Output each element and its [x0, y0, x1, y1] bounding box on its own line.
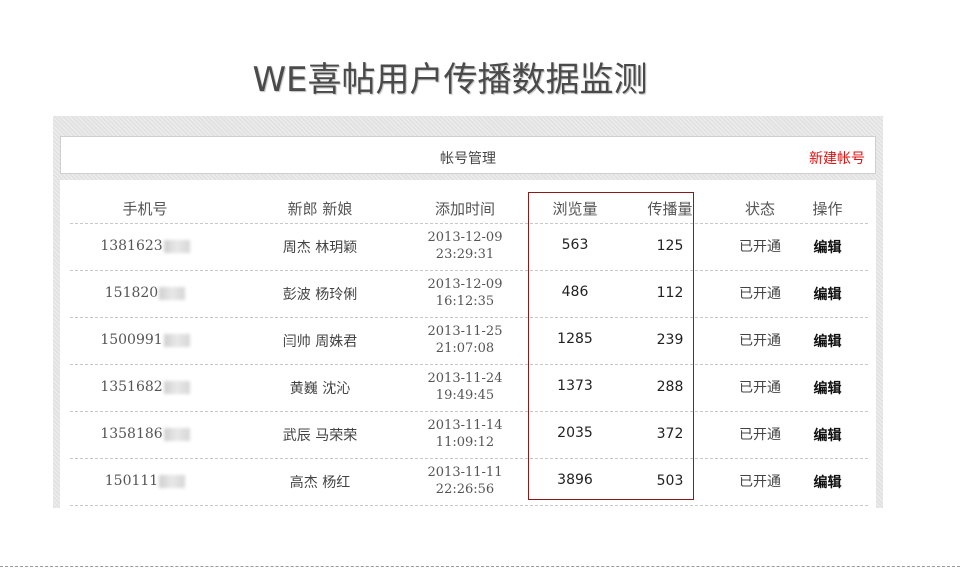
panel-title: 帐号管理: [440, 151, 496, 167]
account-table: 手机号 新郎 新娘 添加时间 浏览量 传播量 状态 操作 1381623 周杰 林…: [60, 180, 876, 508]
added-clock: 19:49:45: [435, 388, 495, 403]
spread-count: 125: [656, 238, 684, 254]
phone-cell: 1500991: [90, 332, 200, 348]
table-row: 1381623 周杰 林玥颖 2013-12-09 23:29:31 563 125 已开通…: [70, 223, 868, 271]
edit-button[interactable]: 编辑: [795, 378, 860, 398]
phone-cell: 150111: [90, 473, 200, 489]
redacted-digits: [163, 380, 190, 394]
edit-button[interactable]: 编辑: [795, 284, 860, 304]
added-date: 2013-11-11: [427, 465, 503, 480]
redacted-digits: [163, 333, 190, 347]
table-row: 1500991 闫帅 周姝君 2013-11-25 21:07:08 1285 239 已开…: [70, 317, 868, 365]
views-count: 563: [561, 237, 589, 253]
couple-names: 周杰 林玥颖: [282, 240, 358, 256]
redacted-digits: [163, 239, 190, 253]
views-count: 1285: [557, 331, 593, 347]
status-text: 已开通: [739, 286, 781, 302]
bottom-divider: [0, 566, 960, 567]
page-title: WE喜帖用户传播数据监测: [252, 60, 648, 100]
phone-number: 1381623: [100, 238, 163, 254]
spread-count: 503: [656, 473, 684, 489]
header-views: 浏览量: [552, 200, 598, 218]
added-date: 2013-11-25: [427, 324, 503, 339]
added-time: 2013-11-25 21:07:08: [400, 323, 530, 357]
new-account-link[interactable]: 新建帐号: [809, 148, 865, 168]
added-time: 2013-12-09 16:12:35: [400, 276, 530, 310]
table-row: 1351682 黄巍 沈沁 2013-11-24 19:49:45 1373 288 已开通…: [70, 364, 868, 412]
added-time: 2013-11-24 19:49:45: [400, 370, 530, 404]
table-header-row: 手机号 新郎 新娘 添加时间 浏览量 传播量 状态 操作: [70, 180, 868, 224]
edit-button[interactable]: 编辑: [795, 425, 860, 445]
header-phone: 手机号: [122, 200, 168, 218]
header-status: 状态: [744, 200, 775, 218]
phone-number: 150111: [104, 473, 159, 489]
redacted-digits: [159, 474, 186, 488]
header-spread: 传播量: [647, 200, 693, 218]
added-clock: 16:12:35: [435, 294, 495, 309]
added-time: 2013-12-09 23:29:31: [400, 229, 530, 263]
phone-cell: 1381623: [90, 238, 200, 254]
couple-names: 黄巍 沈沁: [289, 381, 351, 397]
spread-count: 372: [656, 426, 684, 442]
edit-button[interactable]: 编辑: [795, 472, 860, 492]
added-clock: 23:29:31: [435, 247, 495, 262]
status-text: 已开通: [739, 474, 781, 490]
phone-number: 1500991: [100, 332, 163, 348]
views-count: 486: [561, 284, 589, 300]
couple-names: 武辰 马荣荣: [282, 428, 358, 444]
status-text: 已开通: [739, 380, 781, 396]
added-date: 2013-11-24: [427, 371, 503, 386]
added-date: 2013-12-09: [427, 277, 503, 292]
phone-number: 1351682: [100, 379, 163, 395]
header-action: 操作: [812, 200, 843, 218]
added-time: 2013-11-11 22:26:56: [400, 464, 530, 498]
phone-cell: 151820: [90, 285, 200, 301]
table-row: 1358186 武辰 马荣荣 2013-11-14 11:09:12 2035 372 已开…: [70, 411, 868, 459]
couple-names: 彭波 杨玲俐: [282, 287, 358, 303]
header-added-time: 添加时间: [434, 200, 495, 218]
views-count: 2035: [557, 425, 593, 441]
couple-names: 高杰 杨红: [289, 475, 351, 491]
added-date: 2013-11-14: [427, 418, 503, 433]
account-panel-frame: 帐号管理 新建帐号 手机号 新郎 新娘 添加时间 浏览量 传播量 状态 操作 1…: [53, 116, 883, 508]
redacted-digits: [163, 427, 190, 441]
added-clock: 11:09:12: [435, 435, 495, 450]
spread-count: 288: [656, 379, 684, 395]
views-count: 1373: [557, 378, 593, 394]
status-text: 已开通: [739, 333, 781, 349]
redacted-digits: [159, 286, 186, 300]
added-clock: 22:26:56: [435, 482, 495, 497]
edit-button[interactable]: 编辑: [795, 331, 860, 351]
added-date: 2013-12-09: [427, 230, 503, 245]
phone-cell: 1351682: [90, 379, 200, 395]
status-text: 已开通: [739, 427, 781, 443]
table-row: 150111 高杰 杨红 2013-11-11 22:26:56 3896 503 已开通编…: [70, 458, 868, 506]
header-couple: 新郎 新娘: [287, 200, 353, 218]
table-row: 151820 彭波 杨玲俐 2013-12-09 16:12:35 486 112 已开通编…: [70, 270, 868, 318]
views-count: 3896: [557, 472, 593, 488]
spread-count: 112: [656, 285, 684, 301]
spread-count: 239: [656, 332, 684, 348]
phone-number: 1358186: [100, 426, 163, 442]
added-time: 2013-11-14 11:09:12: [400, 417, 530, 451]
phone-number: 151820: [104, 285, 159, 301]
status-text: 已开通: [739, 239, 781, 255]
couple-names: 闫帅 周姝君: [282, 334, 358, 350]
phone-cell: 1358186: [90, 426, 200, 442]
edit-button[interactable]: 编辑: [795, 237, 860, 257]
panel-header: 帐号管理 新建帐号: [60, 136, 876, 174]
added-clock: 21:07:08: [435, 341, 495, 356]
